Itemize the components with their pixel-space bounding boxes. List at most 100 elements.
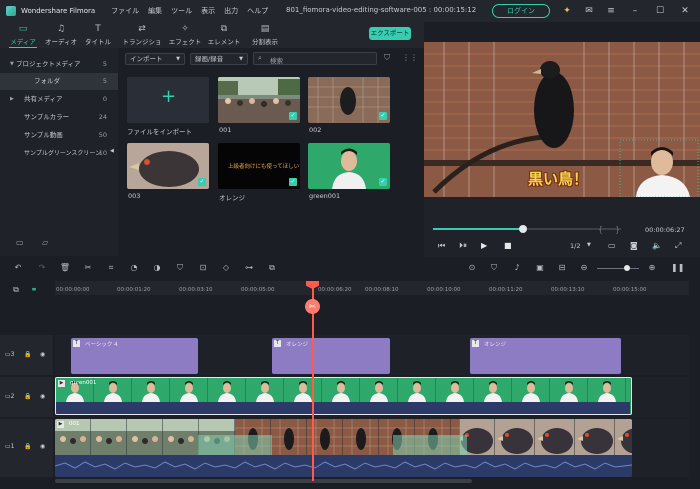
folder-icon[interactable]: ▱	[42, 238, 48, 247]
tab-effects[interactable]: ✧ エフェクト	[165, 24, 205, 46]
media-thumb-002[interactable]: ✓	[308, 77, 390, 123]
filter-icon[interactable]: ⛉	[384, 53, 390, 63]
close-icon[interactable]: ✕	[680, 6, 690, 16]
play-icon[interactable]: ▶	[481, 241, 487, 250]
menu-icon[interactable]: ≡	[606, 6, 616, 16]
main-video-clip[interactable]: ▶ 001	[55, 419, 632, 477]
timeline-scrollbar[interactable]	[55, 479, 472, 483]
collapse-panel-icon[interactable]: ◀	[110, 148, 114, 154]
menu-edit[interactable]: 編集	[148, 6, 162, 16]
color-icon[interactable]: ◑	[151, 262, 163, 274]
mark-in-icon[interactable]: {	[598, 225, 603, 234]
folder-icon: ▭	[18, 24, 28, 34]
title-clip[interactable]: T ベーシック 4	[71, 338, 198, 374]
menu-tools[interactable]: ツール	[171, 6, 192, 16]
media-label-green001: green001	[309, 192, 341, 200]
menu-view[interactable]: 表示	[201, 6, 215, 16]
mark-out-icon[interactable]: }	[615, 225, 620, 234]
login-button[interactable]: ログイン	[492, 4, 550, 18]
video-clip-green001[interactable]: ▶ green001	[55, 377, 632, 415]
render-icon[interactable]: ⊙	[466, 262, 478, 274]
split-scissors-icon[interactable]: ✂	[305, 299, 320, 314]
maximize-icon[interactable]: ☐	[655, 6, 665, 16]
preview-subtitle[interactable]: 黒い鳥！	[528, 168, 588, 189]
import-dropdown[interactable]: インポート ▼	[125, 53, 185, 65]
export-button[interactable]: エクスポート	[369, 27, 411, 40]
stop-icon[interactable]: ■	[504, 241, 512, 250]
add-track-icon[interactable]: ⧉	[10, 284, 22, 296]
volume-icon[interactable]: 🔈	[652, 241, 662, 250]
adjust-icon[interactable]: ⊶	[243, 262, 255, 274]
zoom-in-icon[interactable]: ⊕	[646, 262, 658, 274]
new-folder-icon[interactable]: ▭	[16, 238, 24, 247]
grid-view-icon[interactable]: ⋮⋮	[402, 53, 418, 62]
record-dropdown[interactable]: 録画/録音 ▼	[190, 53, 248, 65]
window-title: 801_fiomora-video-editing-software-005 :…	[286, 6, 477, 14]
tab-audio[interactable]: ♫ オーディオ	[41, 24, 81, 46]
lock-icon[interactable]: 🔒	[24, 393, 31, 400]
snapshot-icon[interactable]: ◙	[630, 241, 638, 250]
visibility-icon[interactable]: ◉	[40, 351, 45, 358]
media-sidebar: ▼ プロジェクトメディア 5 フォルダ 5 ▶ 共有メディア 0 サンプルカラー 24 サン…	[0, 48, 118, 256]
zoom-out-icon[interactable]: ⊖	[578, 262, 590, 274]
crop-icon[interactable]: ⌗	[105, 262, 117, 274]
minimize-icon[interactable]: –	[630, 6, 640, 16]
sidebar-item-sample-greenscreen[interactable]: サンプルグリーンスクリーン 10	[0, 145, 118, 162]
zoom-slider[interactable]	[597, 268, 639, 269]
effects-icon: ✧	[181, 24, 189, 34]
search-input[interactable]: ⌕ 検索	[253, 52, 377, 65]
sidebar-item-sample-videos[interactable]: サンプル動画 50	[0, 127, 118, 144]
audio-split-icon[interactable]: ⧉	[266, 262, 278, 274]
step-back-icon[interactable]: ⏮	[438, 241, 445, 251]
playback-knob[interactable]	[519, 225, 528, 233]
title-clip[interactable]: T オレンジ	[272, 338, 390, 374]
green-screen-icon[interactable]: ⛉	[174, 262, 186, 274]
link-icon[interactable]: ⚭	[28, 284, 40, 296]
media-thumb-003[interactable]: ✓	[127, 143, 209, 189]
monitor-icon[interactable]: ▭	[608, 241, 616, 250]
sidebar-item-project-media[interactable]: ▼ プロジェクトメディア 5	[0, 56, 118, 73]
sidebar-item-shared-media[interactable]: ▶ 共有メディア 0	[0, 91, 118, 108]
sidebar-item-folder[interactable]: フォルダ 5	[0, 73, 118, 90]
tab-media[interactable]: ▭ メディア	[3, 24, 43, 49]
media-thumb-001[interactable]: ✓	[218, 77, 300, 123]
media-thumb-orange[interactable]: 上級者向けにも使ってほしい ✓	[218, 143, 300, 189]
microphone-icon[interactable]: ♪	[511, 262, 523, 274]
title-clip[interactable]: T オレンジ	[470, 338, 621, 374]
tab-split-screen[interactable]: ▤ 分割表示	[245, 24, 285, 46]
visibility-icon[interactable]: ◉	[40, 443, 45, 450]
zoom-select[interactable]: 1/2	[570, 242, 580, 250]
chevron-down-icon[interactable]: ▼	[587, 242, 591, 248]
visibility-icon[interactable]: ◉	[40, 393, 45, 400]
tab-elements[interactable]: ⧉ エレメント	[204, 24, 244, 46]
mail-icon[interactable]: ✉	[584, 6, 594, 16]
pause-icon[interactable]: ❚❚	[671, 262, 684, 274]
tab-titles[interactable]: T タイトル	[78, 24, 118, 46]
track-number: ▭2	[5, 393, 15, 400]
voiceover-icon[interactable]: ▣	[534, 262, 546, 274]
speed-icon[interactable]: ◔	[128, 262, 140, 274]
import-media-tile[interactable]: +	[127, 77, 209, 123]
marker-icon[interactable]: ⛉	[488, 262, 500, 274]
caption-icon[interactable]: ⊟	[556, 262, 568, 274]
lock-icon[interactable]: 🔒	[24, 443, 31, 450]
delete-icon[interactable]: 🗑	[59, 262, 71, 274]
menu-export[interactable]: 出力	[224, 6, 238, 16]
stabilize-icon[interactable]: ⊡	[197, 262, 209, 274]
import-tile-label: ファイルをインポート	[127, 128, 192, 136]
bulb-icon[interactable]: ✦	[562, 6, 572, 16]
play-back-icon[interactable]: ⏵⏸	[459, 241, 467, 251]
redo-icon[interactable]: ↷	[36, 262, 48, 274]
ruler-tick: 00:00:15:00	[613, 287, 647, 293]
keyframe-icon[interactable]: ◇	[220, 262, 232, 274]
cut-icon[interactable]: ✂	[82, 262, 94, 274]
sidebar-item-sample-colors[interactable]: サンプルカラー 24	[0, 109, 118, 126]
menu-help[interactable]: ヘルプ	[247, 6, 268, 16]
fullscreen-icon[interactable]: ⤢	[675, 241, 681, 251]
preview-canvas[interactable]: 黒い鳥！	[424, 42, 700, 197]
undo-icon[interactable]: ↶	[12, 262, 24, 274]
lock-icon[interactable]: 🔒	[24, 351, 31, 358]
media-thumb-green001[interactable]: ✓	[308, 143, 390, 189]
zoom-slider-knob[interactable]	[624, 265, 630, 271]
menu-file[interactable]: ファイル	[111, 6, 139, 16]
